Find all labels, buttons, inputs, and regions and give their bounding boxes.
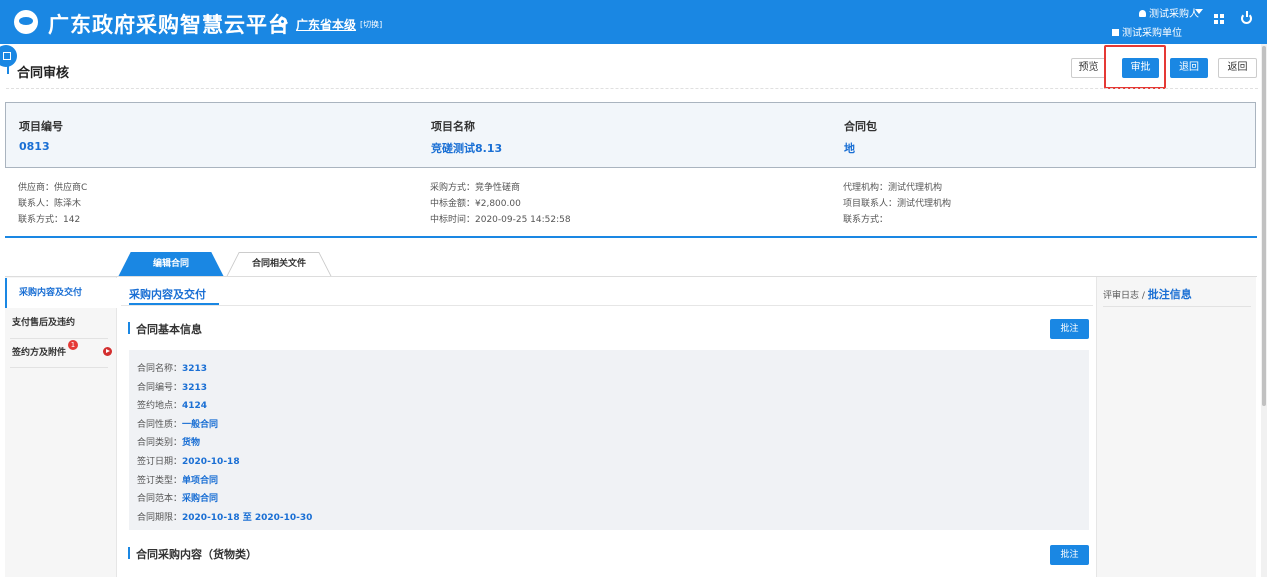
field-contract-category: 合同类别：货物 xyxy=(137,438,201,448)
tab-contract-files[interactable]: 合同相关文件 xyxy=(226,252,332,277)
back-button[interactable]: 返回 xyxy=(1218,58,1257,78)
purchase-method-text: 采购方式：竞争性磋商 xyxy=(430,183,521,193)
award-amount-text: 中标金额：¥2,800.00 xyxy=(430,199,521,209)
review-panel-divider xyxy=(1103,306,1251,307)
divider xyxy=(6,88,1258,89)
section-title-basic-info: 合同基本信息 xyxy=(136,323,202,336)
project-name-value: 竞磋测试8.13 xyxy=(431,142,503,155)
contact-phone-text: 联系方式：142 xyxy=(18,215,81,225)
approve-button[interactable]: 审批 xyxy=(1122,58,1159,78)
contract-basic-info-panel: 合同名称：3213 合同编号：3213 签约地点：4124 合同性质：一般合同 … xyxy=(129,350,1089,530)
field-contract-template: 合同范本：采购合同 xyxy=(137,494,219,504)
field-contract-nature: 合同性质：一般合同 xyxy=(137,420,219,430)
contact-text: 联系人：陈泽木 xyxy=(18,199,82,209)
package-value: 地 xyxy=(844,142,855,155)
award-time-text: 中标时间：2020-09-25 14:52:58 xyxy=(430,215,571,225)
logout-icon[interactable] xyxy=(1241,11,1252,24)
project-no-value: 0813 xyxy=(19,140,50,153)
platform-logo-icon xyxy=(14,10,38,34)
note-button[interactable]: 批注 xyxy=(1050,545,1089,565)
section-accent xyxy=(128,547,130,559)
sidebar: 采购内容及交付 支付售后及违约 签约方及附件 xyxy=(5,277,117,577)
sidebar-item-parties-attachments[interactable]: 签约方及附件 xyxy=(5,338,117,368)
project-name-label: 项目名称 xyxy=(431,120,475,133)
section-accent xyxy=(128,322,130,334)
package-label: 合同包 xyxy=(844,120,877,133)
sidebar-divider xyxy=(10,367,108,368)
region-link[interactable]: 广东省本级 xyxy=(296,16,356,33)
section-title-goods-content: 合同采购内容（货物类） xyxy=(136,548,257,561)
title-accent xyxy=(7,62,9,74)
project-no-label: 项目编号 xyxy=(19,120,63,133)
review-panel-title: 评审日志 / 批注信息 xyxy=(1103,286,1192,302)
section-divider xyxy=(5,236,1257,238)
tab-contract-files-label: 合同相关文件 xyxy=(251,259,306,269)
preview-button[interactable]: 预览 xyxy=(1071,58,1106,78)
field-sign-place: 签约地点：4124 xyxy=(137,401,208,411)
note-button[interactable]: 批注 xyxy=(1050,319,1089,339)
chevron-down-icon[interactable] xyxy=(1195,9,1203,14)
org-label: 测试采购单位 xyxy=(1122,28,1182,39)
review-log-tab[interactable]: 评审日志 / xyxy=(1103,291,1148,301)
field-contract-name: 合同名称：3213 xyxy=(137,364,208,374)
project-contact-text: 项目联系人：测试代理机构 xyxy=(843,199,952,209)
field-contract-period: 合同期限：2020-10-18 至 2020-10-30 xyxy=(137,513,313,523)
switch-region-link[interactable]: [切换] xyxy=(360,19,382,30)
review-panel: 评审日志 / 批注信息 xyxy=(1096,277,1256,577)
content-tab-title[interactable]: 采购内容及交付 xyxy=(129,286,206,302)
tab-baseline xyxy=(5,276,1257,277)
field-contract-no: 合同编号：3213 xyxy=(137,383,208,393)
notes-tab[interactable]: 批注信息 xyxy=(1148,288,1192,301)
agency-phone-text: 联系方式： xyxy=(843,215,889,225)
sidebar-item-payment-aftersales[interactable]: 支付售后及违约 xyxy=(5,308,117,338)
field-sign-type: 签订类型：单项合同 xyxy=(137,476,219,486)
top-bar: 广东政府采购智慧云平台 广东省本级 [切换] 测试采购人 测试采购单位 xyxy=(0,0,1267,44)
org-name: 测试采购单位 xyxy=(1112,24,1182,39)
platform-title: 广东政府采购智慧云平台 xyxy=(48,13,290,37)
user-icon xyxy=(1139,10,1146,17)
user-name: 测试采购人 xyxy=(1149,9,1199,20)
notification-badge: 1 xyxy=(68,340,78,350)
agency-text: 代理机构：测试代理机构 xyxy=(843,183,943,193)
project-info-card: 项目编号 0813 项目名称 竞磋测试8.13 合同包 地 xyxy=(5,102,1256,168)
scrollbar-thumb[interactable] xyxy=(1262,46,1266,406)
field-sign-date: 签订日期：2020-10-18 xyxy=(137,457,240,467)
user-menu[interactable]: 测试采购人 xyxy=(1139,5,1199,20)
flag-icon xyxy=(103,347,112,356)
building-icon xyxy=(1112,29,1119,36)
reject-button[interactable]: 退回 xyxy=(1170,58,1208,78)
apps-grid-icon[interactable] xyxy=(1214,14,1224,24)
sidebar-item-procurement-delivery[interactable]: 采购内容及交付 xyxy=(5,278,117,308)
tab-edit-contract[interactable]: 编辑合同 xyxy=(118,252,224,277)
page-title: 合同审核 xyxy=(17,66,70,81)
content-divider xyxy=(121,305,1093,306)
supplier-text: 供应商：供应商C xyxy=(18,183,88,193)
